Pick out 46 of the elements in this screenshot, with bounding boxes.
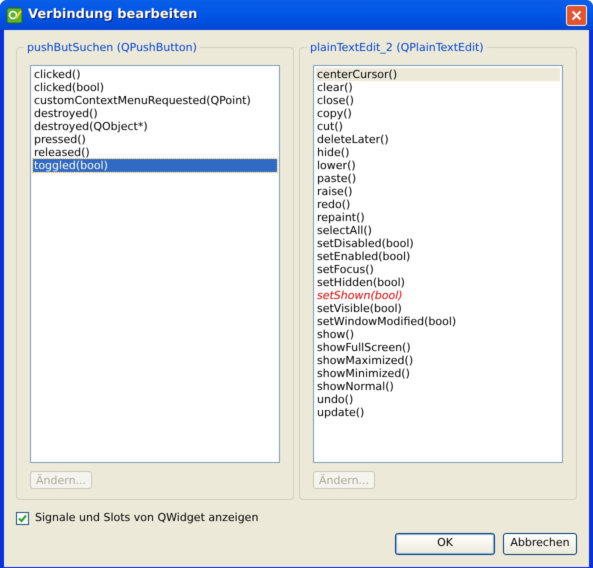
list-item[interactable]: redo() — [316, 198, 560, 211]
dialog-button[interactable]: Abbrechen — [503, 532, 577, 554]
list-item[interactable]: released() — [33, 146, 277, 159]
checkbox-label: Signale und Slots von QWidget anzeigen — [35, 510, 258, 526]
list-item[interactable]: destroyed(QObject*) — [33, 120, 277, 133]
group-title: pushButSuchen (QPushButton) — [24, 41, 200, 54]
app-icon — [6, 6, 23, 24]
list-item[interactable]: setDisabled(bool) — [316, 237, 560, 250]
list-item[interactable]: toggled(bool) — [33, 159, 277, 172]
list-item[interactable]: showMinimized() — [316, 367, 560, 380]
list-item[interactable]: cut() — [316, 120, 560, 133]
list-item[interactable]: showMaximized() — [316, 354, 560, 367]
list-item[interactable]: setHidden(bool) — [316, 276, 560, 289]
list-item[interactable]: showFullScreen() — [316, 341, 560, 354]
dialog-button[interactable]: OK — [395, 532, 495, 554]
list-item[interactable]: pressed() — [33, 133, 277, 146]
group-title: plainTextEdit_2 (QPlainTextEdit) — [307, 41, 487, 54]
list-item[interactable]: showNormal() — [316, 380, 560, 393]
list-item[interactable]: centerCursor() — [316, 68, 560, 81]
list-item[interactable]: hide() — [316, 146, 560, 159]
list-item[interactable]: lower() — [316, 159, 560, 172]
list-item[interactable]: update() — [316, 406, 560, 419]
list-item[interactable]: destroyed() — [33, 107, 277, 120]
list-item[interactable]: clicked() — [33, 68, 277, 81]
list-item[interactable]: raise() — [316, 185, 560, 198]
close-icon — [571, 10, 582, 20]
window-title: Verbindung bearbeiten — [28, 6, 198, 24]
list-item[interactable]: selectAll() — [316, 224, 560, 237]
list-item[interactable]: copy() — [316, 107, 560, 120]
list-item[interactable]: setEnabled(bool) — [316, 250, 560, 263]
list-item[interactable]: setFocus() — [316, 263, 560, 276]
list-item[interactable]: undo() — [316, 393, 560, 406]
list-item[interactable]: setWindowModified(bool) — [316, 315, 560, 328]
close-button[interactable] — [566, 4, 587, 26]
list-item[interactable]: clear() — [316, 81, 560, 94]
list-item[interactable]: paste() — [316, 172, 560, 185]
checkbox[interactable] — [16, 512, 29, 525]
list-item[interactable]: show() — [316, 328, 560, 341]
list-item[interactable]: deleteLater() — [316, 133, 560, 146]
list-item[interactable]: repaint() — [316, 211, 560, 224]
list-item[interactable]: clicked(bool) — [33, 81, 277, 94]
list-item[interactable]: customContextMenuRequested(QPoint) — [33, 94, 277, 107]
list-item[interactable]: setVisible(bool) — [316, 302, 560, 315]
list-item[interactable]: close() — [316, 94, 560, 107]
check-icon — [18, 514, 27, 523]
list-item[interactable]: setShown(bool) — [316, 289, 560, 302]
